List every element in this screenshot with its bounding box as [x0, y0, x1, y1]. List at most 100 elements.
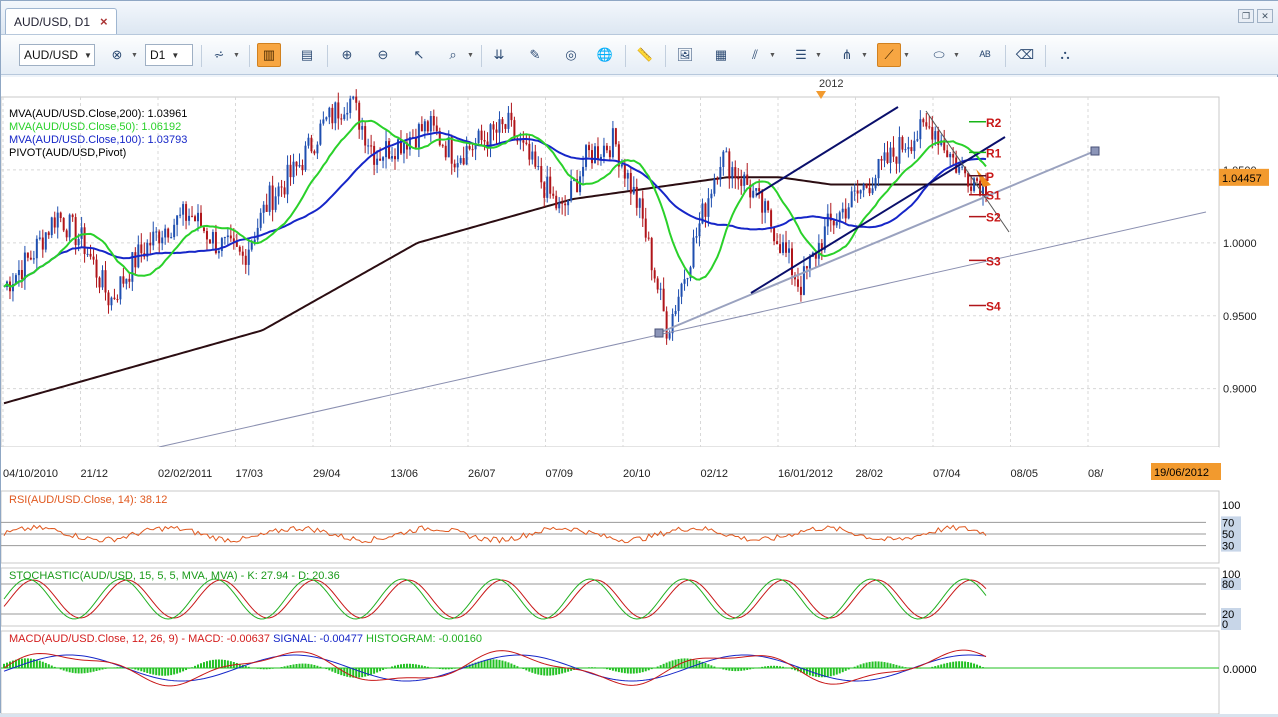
- candle-body: [86, 253, 89, 255]
- macd-histogram: HISTOGRAM: -0.00160: [366, 633, 482, 645]
- chart-tab[interactable]: AUD/USD, D1 ×: [5, 8, 117, 34]
- chevron-down-icon: ▼: [171, 50, 180, 60]
- candle-body: [832, 220, 835, 226]
- zoom-in-button[interactable]: ⊕: [335, 43, 359, 67]
- candle-body: [790, 248, 793, 276]
- candle-body: [671, 314, 674, 334]
- candle-body: [205, 231, 208, 240]
- ellipse-button[interactable]: ⬭ ▼: [927, 43, 960, 67]
- channel-button[interactable]: ☰ ▼: [789, 43, 822, 67]
- pitchfork-button[interactable]: ⋔ ▼: [835, 43, 868, 67]
- chart-type-icon: ⩫: [213, 47, 225, 62]
- time-tick-label: 21/12: [81, 468, 109, 480]
- candle-body: [265, 204, 268, 212]
- macd-tick-label: 0.0000: [1223, 664, 1257, 676]
- candle-body: [462, 158, 465, 165]
- chart-canvas[interactable]: R2R1PS1S2S3S4 1.05001.00000.95000.90001.…: [0, 77, 1278, 715]
- candle-body: [698, 223, 701, 237]
- candle-body: [325, 117, 328, 120]
- candle-body: [638, 198, 641, 208]
- candle-body: [755, 188, 758, 191]
- trendline-button[interactable]: ⟋ ▼: [877, 43, 910, 67]
- candle-body: [608, 150, 611, 158]
- screenshot-button[interactable]: 🖼: [673, 43, 697, 67]
- app-window: AUD/USD, D1 × ❐ ✕ AUD/USD ▼ ⊗ ▼ D1 ▼ ⩫ ▼ ▥ ▤…: [0, 0, 1278, 715]
- candle-body: [495, 129, 498, 133]
- objects-tree-button[interactable]: ⛬: [1053, 43, 1077, 67]
- candle-body: [868, 187, 871, 194]
- cursor-button[interactable]: ↖: [407, 43, 431, 67]
- candle-body: [59, 212, 62, 219]
- candle-body: [223, 237, 226, 239]
- candle-body: [435, 125, 438, 132]
- candle-body: [271, 185, 274, 210]
- candle-body: [152, 231, 155, 246]
- zoom-out-button[interactable]: ⊖: [371, 43, 395, 67]
- grid-button[interactable]: ✎: [523, 43, 547, 67]
- candle-body: [567, 200, 570, 206]
- candle-body: [319, 123, 322, 145]
- candle-body: [722, 151, 725, 168]
- autoscroll-button[interactable]: ⇊: [487, 43, 511, 67]
- candle-body: [185, 204, 188, 221]
- ruler-button[interactable]: 📏: [633, 43, 657, 67]
- toolbar-divider: [327, 45, 328, 67]
- globe-icon: 🌐: [596, 47, 614, 62]
- candle-body: [558, 202, 561, 209]
- text-label-button[interactable]: ᴬᴮ: [973, 43, 997, 67]
- close-icon[interactable]: ×: [100, 14, 108, 29]
- candle-body: [492, 124, 495, 130]
- trendline-icon: ⟋: [877, 43, 901, 67]
- candle-body: [779, 244, 782, 253]
- candles-button[interactable]: ▥: [257, 43, 281, 67]
- candle-body: [785, 242, 788, 253]
- candle-body: [659, 288, 662, 290]
- price-tick-label: 0.9000: [1223, 384, 1257, 396]
- candle-body: [626, 172, 629, 179]
- delete-symbol-button[interactable]: ⊗ ▼: [105, 43, 138, 67]
- close-window-icon[interactable]: ✕: [1257, 9, 1273, 23]
- candle-body: [477, 130, 480, 143]
- pivot-label-s2: S2: [986, 211, 1001, 225]
- candle-body: [504, 124, 507, 129]
- candle-body: [582, 166, 585, 177]
- chart-type-button[interactable]: ⩫ ▼: [207, 43, 240, 67]
- candle-body: [501, 119, 504, 125]
- candle-body: [919, 119, 922, 140]
- symbol-select[interactable]: AUD/USD ▼: [19, 43, 95, 67]
- candle-body: [934, 131, 937, 140]
- globe-button[interactable]: 🌐: [593, 43, 617, 67]
- candle-body: [585, 145, 588, 167]
- legend-ma50: MVA(AUD/USD.Close,50): 1.06192: [9, 121, 182, 133]
- candle-body: [665, 311, 668, 339]
- restore-window-icon[interactable]: ❐: [1238, 9, 1254, 23]
- chevron-down-icon: ▼: [84, 50, 92, 60]
- chart-tab-title: AUD/USD, D1: [14, 14, 91, 29]
- candle-body: [447, 137, 450, 158]
- candle-body: [928, 126, 931, 128]
- time-tick-label: 16/01/2012: [778, 468, 833, 480]
- candle-body: [922, 119, 925, 123]
- candle-body: [158, 231, 161, 244]
- candle-body: [635, 186, 638, 208]
- timeframe-select[interactable]: D1 ▼: [145, 43, 193, 67]
- candle-body: [385, 141, 388, 158]
- candle-body: [680, 283, 683, 297]
- chart-area[interactable]: R2R1PS1S2S3S4 1.05001.00000.95000.90001.…: [0, 77, 1278, 715]
- candle-body: [773, 226, 776, 242]
- candle-body: [179, 214, 182, 216]
- candle-body: [247, 249, 250, 265]
- history-button[interactable]: ◎: [559, 43, 583, 67]
- candle-body: [707, 198, 710, 217]
- time-tick-label: 20/10: [623, 468, 651, 480]
- eraser-button[interactable]: ⌫: [1013, 43, 1037, 67]
- fibonacci-button[interactable]: ⫽ ▼: [743, 43, 776, 67]
- template-button[interactable]: ▦: [709, 43, 733, 67]
- indicators-button[interactable]: ▤: [295, 43, 319, 67]
- candle-body: [328, 107, 331, 118]
- candle-body: [241, 251, 244, 256]
- zoom-area-button[interactable]: ⌕ ▼: [441, 43, 474, 67]
- candle-body: [98, 277, 101, 288]
- candle-body: [376, 158, 379, 165]
- candle-body: [226, 235, 229, 238]
